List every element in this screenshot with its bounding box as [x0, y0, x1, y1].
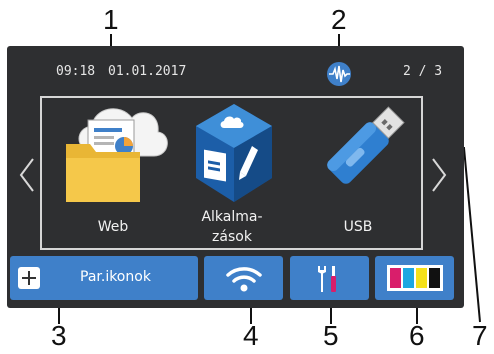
web-folder-cloud-icon — [66, 108, 168, 202]
settings-tools-icon — [318, 266, 336, 292]
web-app-tile[interactable]: Web — [50, 98, 170, 248]
previous-page-arrow-icon[interactable] — [18, 156, 36, 194]
wifi-icon — [226, 267, 262, 292]
page-indicator: 2 / 3 — [403, 64, 443, 79]
wifi-button[interactable] — [204, 256, 283, 300]
usb-drive-icon — [327, 106, 405, 184]
shortcuts-button[interactable]: Par.ikonok — [10, 256, 198, 300]
apps-app-label-line2: zások — [212, 229, 252, 245]
apps-app-label-line1: Alkalma- — [201, 209, 263, 225]
apps-cube-icon — [196, 104, 272, 202]
callout-7: 7 — [472, 320, 488, 351]
ink-cartridges-icon — [387, 265, 443, 291]
callout-6: 6 — [409, 320, 425, 351]
callout-1: 1 — [103, 4, 119, 35]
callout-4: 4 — [243, 320, 259, 351]
app-selection-area: Web Alkalma- zások USB — [40, 96, 423, 250]
status-date: 01.01.2017 — [108, 64, 187, 79]
shortcuts-label: Par.ikonok — [80, 269, 151, 285]
next-page-arrow-icon[interactable] — [430, 156, 448, 194]
callout-2: 2 — [331, 4, 347, 35]
settings-button[interactable] — [290, 256, 369, 300]
usb-app-tile[interactable]: USB — [298, 98, 418, 248]
apps-app-tile[interactable]: Alkalma- zások — [172, 98, 292, 248]
ink-button[interactable] — [375, 256, 454, 300]
usb-app-label: USB — [343, 219, 373, 235]
web-app-label: Web — [97, 219, 129, 235]
wireless-direct-icon — [327, 62, 351, 86]
callout-3: 3 — [51, 320, 67, 351]
callout-5: 5 — [323, 320, 339, 351]
plus-icon — [18, 267, 40, 289]
status-time: 09:18 — [56, 64, 96, 79]
